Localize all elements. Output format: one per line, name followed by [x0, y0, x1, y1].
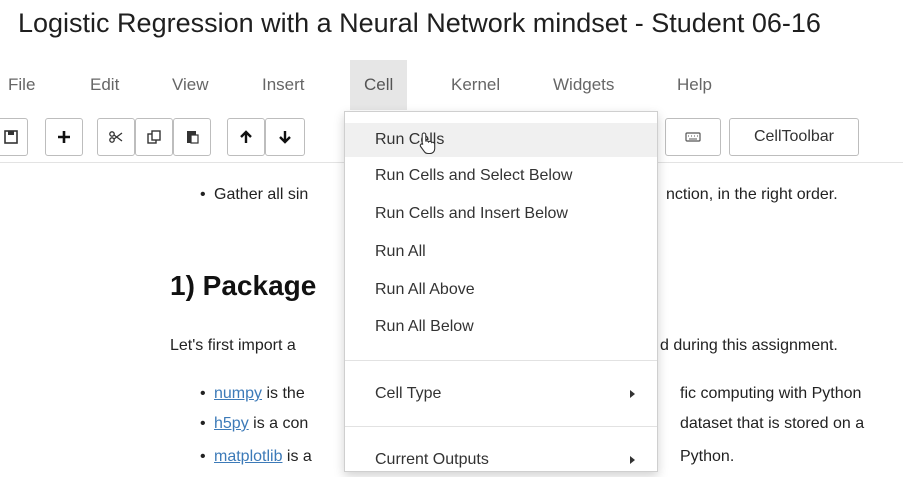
paragraph-text: Let's first import a — [170, 337, 296, 354]
cut-button[interactable] — [97, 118, 135, 156]
h5py-link[interactable]: h5py — [214, 415, 249, 432]
list-item-continuation: fic computing with Python — [680, 385, 862, 402]
plus-icon — [58, 131, 70, 143]
menu-item-cell-type[interactable]: Cell Type — [345, 377, 657, 411]
list-item-text: is a — [282, 448, 312, 465]
cut-icon — [109, 131, 123, 143]
list-item-text: is a con — [248, 415, 309, 432]
menu-help[interactable]: Help — [677, 60, 712, 110]
menu-widgets[interactable]: Widgets — [553, 60, 614, 110]
menu-item-label: Cell Type — [375, 385, 442, 402]
menu-item-run-cells-select-below[interactable]: Run Cells and Select Below — [345, 159, 657, 193]
copy-icon — [147, 130, 161, 144]
list-item-continuation: nction, in the right order. — [666, 186, 838, 203]
copy-button[interactable] — [135, 118, 173, 156]
menu-item-run-all-above[interactable]: Run All Above — [345, 273, 657, 307]
list-item-text: Gather all sin — [214, 186, 309, 203]
menu-view[interactable]: View — [172, 60, 209, 110]
menu-item-run-all[interactable]: Run All — [345, 235, 657, 269]
submenu-arrow-icon — [630, 456, 635, 464]
command-palette-button[interactable] — [665, 118, 721, 156]
save-icon — [4, 130, 18, 144]
menu-item-label: Current Outputs — [375, 451, 489, 468]
menu-file[interactable]: File — [8, 60, 35, 110]
section-heading: 1) Package — [170, 270, 317, 301]
menu-item-run-cells[interactable]: Run Cells — [345, 123, 657, 157]
save-button[interactable] — [0, 118, 28, 156]
celltoolbar-button[interactable]: CellToolbar — [729, 118, 859, 156]
hand-cursor-icon — [419, 132, 436, 155]
arrow-up-icon — [240, 130, 252, 143]
notebook-title[interactable]: Logistic Regression with a Neural Networ… — [18, 8, 821, 39]
move-up-button[interactable] — [227, 118, 265, 156]
menu-edit[interactable]: Edit — [90, 60, 119, 110]
menu-insert[interactable]: Insert — [262, 60, 305, 110]
move-down-button[interactable] — [265, 118, 305, 156]
list-item-continuation: dataset that is stored on a — [680, 415, 865, 432]
paste-icon — [187, 131, 199, 144]
menu-cell[interactable]: Cell — [350, 60, 408, 110]
numpy-link[interactable]: numpy — [214, 385, 262, 402]
list-item: matplotlib is a — [200, 448, 312, 466]
menu-kernel[interactable]: Kernel — [451, 60, 500, 110]
keyboard-icon — [685, 132, 701, 142]
insert-cell-button[interactable] — [45, 118, 83, 156]
menu-divider — [345, 426, 657, 427]
menu-item-run-cells-insert-below[interactable]: Run Cells and Insert Below — [345, 197, 657, 231]
menu-divider — [345, 360, 657, 361]
cell-menu-dropdown: Run Cells Run Cells and Select Below Run… — [344, 111, 658, 472]
list-item-continuation: Python. — [680, 448, 735, 465]
list-item: Gather all sin — [200, 186, 309, 204]
list-item-text: is the — [262, 385, 305, 402]
menubar: File Edit View Insert Cell Kernel Widget… — [0, 60, 903, 110]
paste-button[interactable] — [173, 118, 211, 156]
list-item: h5py is a con — [200, 415, 309, 433]
menu-item-run-all-below[interactable]: Run All Below — [345, 310, 657, 344]
arrow-down-icon — [279, 131, 291, 144]
submenu-arrow-icon — [630, 390, 635, 398]
paragraph-continuation: d during this assignment. — [660, 337, 838, 354]
list-item: numpy is the — [200, 385, 305, 403]
matplotlib-link[interactable]: matplotlib — [214, 448, 282, 465]
